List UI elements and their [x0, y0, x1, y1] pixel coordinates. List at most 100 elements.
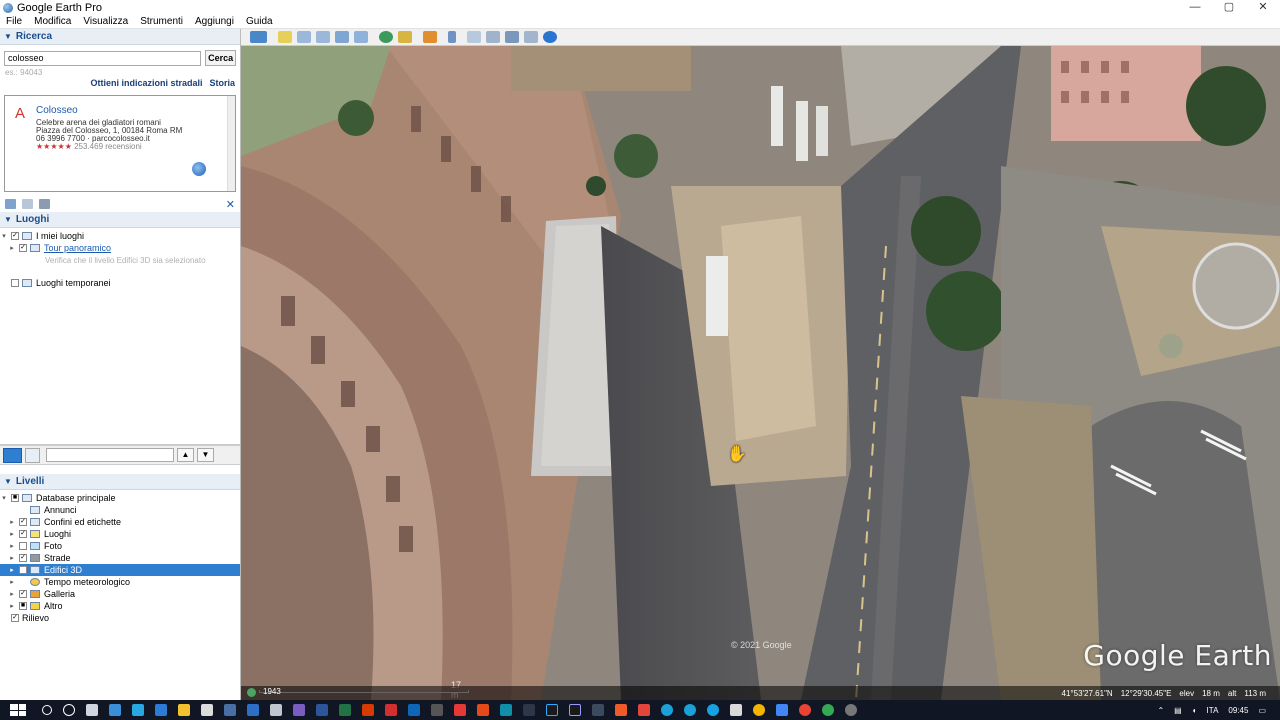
earth-view-icon[interactable] [543, 31, 557, 43]
lang-indicator[interactable]: ITA [1207, 706, 1219, 715]
word-icon[interactable] [315, 704, 328, 716]
maps-icon[interactable] [524, 31, 538, 43]
layer-row[interactable]: ▸ ✓ Strade [0, 552, 240, 564]
historical-imagery-icon[interactable] [379, 31, 393, 43]
copy-icon[interactable] [22, 199, 33, 209]
app-icon[interactable] [798, 704, 811, 716]
expand-icon[interactable]: ▾ [0, 232, 8, 240]
app-icon[interactable] [131, 704, 144, 716]
task-view-icon[interactable] [85, 704, 98, 716]
expand-icon[interactable]: ▸ [8, 566, 16, 574]
email-icon[interactable] [467, 31, 481, 43]
photoshop-icon[interactable] [545, 704, 558, 716]
placemark-icon[interactable] [278, 31, 292, 43]
search-result[interactable]: A Colosseo Celebre arena dei gladiatori … [4, 95, 236, 192]
panel-toggle-icon[interactable] [25, 447, 40, 463]
app-icon[interactable] [453, 704, 466, 716]
app-icon[interactable] [775, 704, 788, 716]
ruler-icon[interactable] [448, 31, 456, 43]
directions-link[interactable]: Ottieni indicazioni stradali [90, 78, 202, 89]
checkbox[interactable]: ✓ [19, 590, 27, 598]
planets-icon[interactable] [423, 31, 437, 43]
app-icon[interactable] [821, 704, 834, 716]
tree-row-my-places[interactable]: ▾ ✓ I miei luoghi [0, 230, 240, 242]
result-scrollbar[interactable] [227, 96, 235, 191]
layer-row[interactable]: ▸ ✓ Confini ed etichette [0, 516, 240, 528]
globe-icon[interactable] [192, 162, 206, 176]
record-tour-icon[interactable] [354, 31, 368, 43]
browser-icon[interactable] [683, 704, 696, 716]
premiere-icon[interactable] [568, 704, 581, 716]
layers-panel-header[interactable]: ▼ Livelli [0, 474, 240, 490]
expand-icon[interactable]: ▸ [8, 518, 16, 526]
expand-icon[interactable]: ▸ [8, 530, 16, 538]
app-icon[interactable] [591, 704, 604, 716]
checkbox[interactable]: ■ [19, 602, 27, 610]
search-button[interactable]: Cerca [205, 50, 236, 66]
layer-row[interactable]: ▸ Tempo meteorologico [0, 576, 240, 588]
minimize-button[interactable]: — [1178, 0, 1212, 15]
app-icon[interactable] [154, 704, 167, 716]
layer-row[interactable]: ▾ ■ Database principale [0, 492, 240, 504]
aerial-imagery[interactable] [241, 46, 1280, 700]
chrome-icon[interactable] [752, 704, 765, 716]
sidebar-toggle-icon[interactable] [250, 31, 267, 43]
menu-file[interactable]: File [0, 16, 28, 27]
network-icon[interactable]: ▤ [1174, 706, 1182, 715]
app-icon[interactable] [269, 704, 282, 716]
checkbox[interactable]: ✓ [19, 530, 27, 538]
result-name[interactable]: Colosseo [36, 105, 78, 116]
layer-row[interactable]: ▸ ✓ Luoghi [0, 528, 240, 540]
powerpoint-icon[interactable] [361, 704, 374, 716]
app-icon[interactable] [292, 704, 305, 716]
arrow-up-icon[interactable]: ▲ [177, 448, 194, 462]
store-icon[interactable] [200, 704, 213, 716]
menu-strumenti[interactable]: Strumenti [134, 16, 189, 27]
expand-icon[interactable]: ▸ [8, 244, 16, 252]
layer-row-selected[interactable]: ▸ ✓ Edifici 3D [0, 564, 240, 576]
places-filter-input[interactable] [46, 448, 174, 462]
layer-row[interactable]: ✓ Rilievo [0, 612, 240, 624]
expand-icon[interactable]: ▾ [0, 494, 8, 502]
cortana-icon[interactable] [62, 704, 75, 716]
expand-icon[interactable]: ▸ [8, 602, 16, 610]
checkbox[interactable] [19, 578, 27, 586]
search-panel-header[interactable]: ▼ Ricerca [0, 29, 240, 45]
history-link[interactable]: Storia [209, 78, 235, 89]
expand-icon[interactable]: ▸ [8, 590, 16, 598]
historical-imagery-icon[interactable] [247, 688, 256, 697]
menu-guida[interactable]: Guida [240, 16, 279, 27]
tour-link[interactable]: Tour panoramico [44, 243, 111, 253]
notifications-icon[interactable]: ▭ [1258, 706, 1266, 715]
checkbox[interactable]: ✓ [19, 554, 27, 562]
layer-row[interactable]: ▸ ✓ Galleria [0, 588, 240, 600]
browser-icon[interactable] [706, 704, 719, 716]
print-icon[interactable] [39, 199, 50, 209]
tree-row-temporary[interactable]: Luoghi temporanei [0, 277, 240, 289]
checkbox[interactable]: ✓ [11, 232, 19, 240]
expand-icon[interactable]: ▸ [8, 578, 16, 586]
app-icon[interactable] [223, 704, 236, 716]
clock[interactable]: 09:45 [1228, 706, 1248, 715]
excel-icon[interactable] [338, 704, 351, 716]
close-icon[interactable]: ✕ [226, 198, 235, 211]
edge-icon[interactable] [660, 704, 673, 716]
places-panel-header[interactable]: ▼ Luoghi [0, 212, 240, 228]
google-earth-taskbar-icon[interactable] [844, 704, 857, 716]
app-icon[interactable] [729, 704, 742, 716]
app-icon[interactable] [499, 704, 512, 716]
app-icon[interactable] [108, 704, 121, 716]
close-button[interactable]: ✕ [1246, 0, 1280, 15]
app-icon[interactable] [614, 704, 627, 716]
menu-aggiungi[interactable]: Aggiungi [189, 16, 240, 27]
app-icon[interactable] [246, 704, 259, 716]
folder-icon[interactable] [5, 199, 16, 209]
layer-row[interactable]: ▸ Foto [0, 540, 240, 552]
polygon-icon[interactable] [297, 31, 311, 43]
outlook-icon[interactable] [407, 704, 420, 716]
tray-chevron-icon[interactable]: ⌃ [1157, 706, 1164, 715]
expand-icon[interactable]: ▸ [8, 542, 16, 550]
save-image-icon[interactable] [505, 31, 519, 43]
checkbox[interactable]: ✓ [19, 518, 27, 526]
menu-visualizza[interactable]: Visualizza [77, 16, 134, 27]
